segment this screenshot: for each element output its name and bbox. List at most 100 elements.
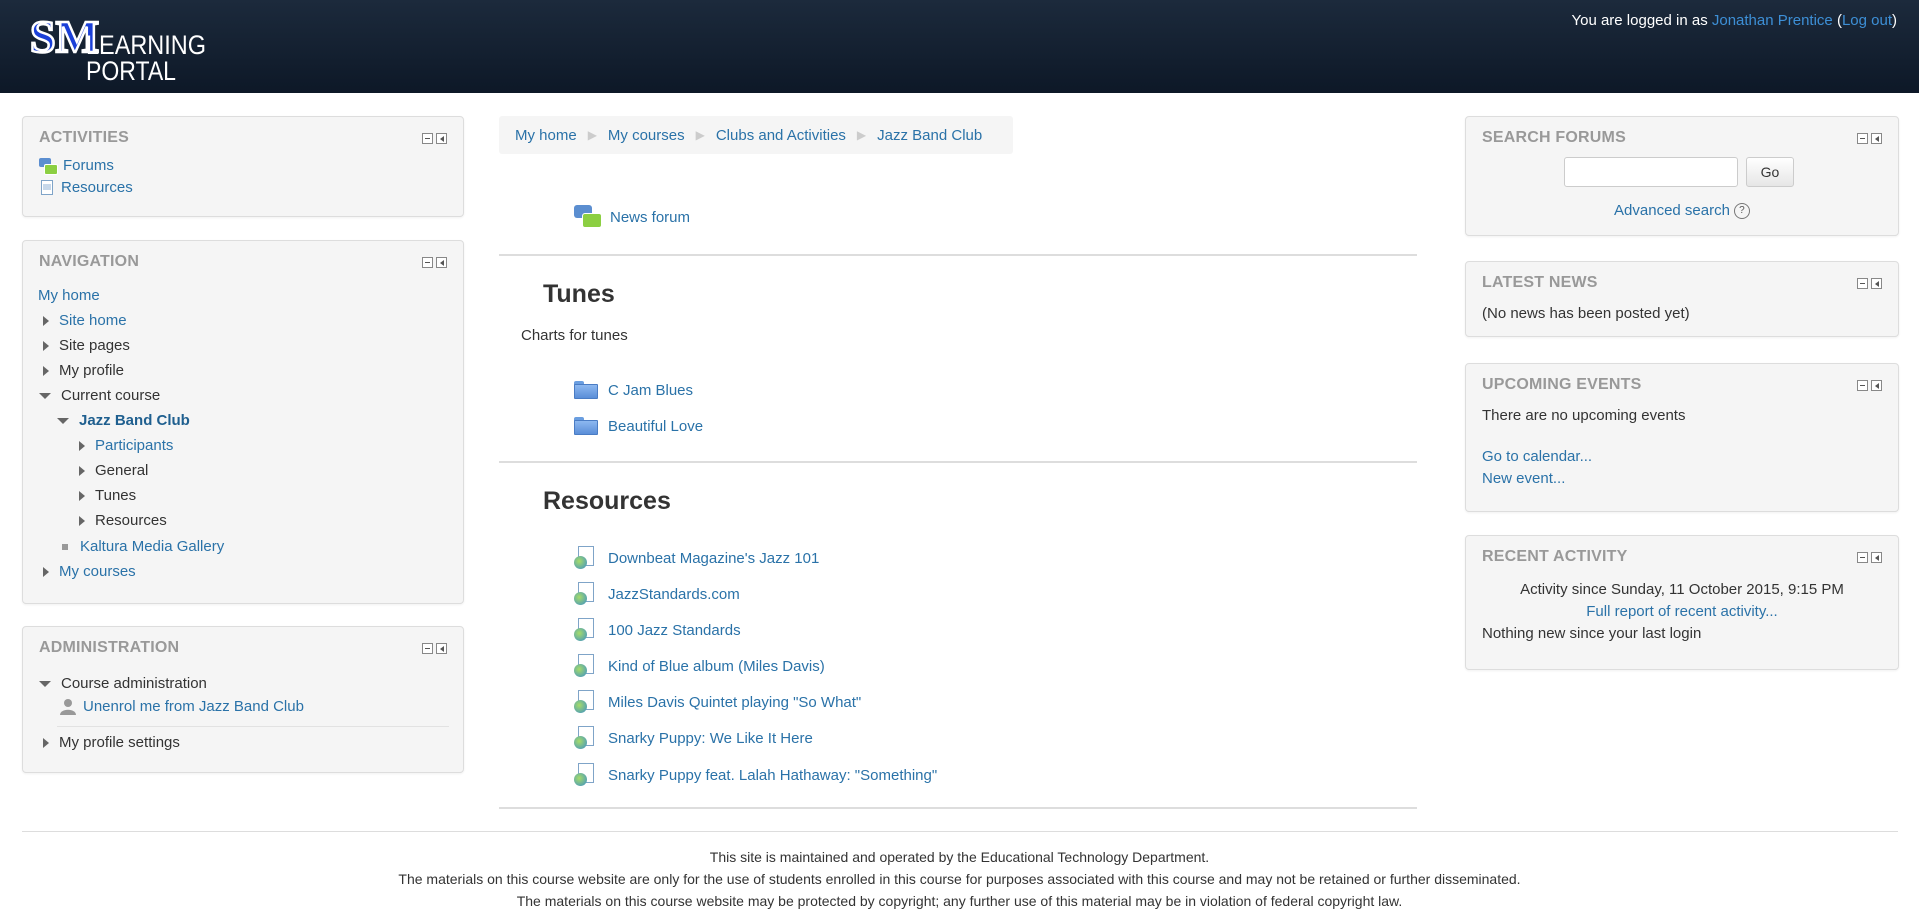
nav-label[interactable]: My profile (59, 362, 124, 379)
nav-label[interactable]: Participants (95, 437, 173, 454)
dock-icon[interactable] (1871, 552, 1882, 563)
nav-label[interactable]: Tunes (95, 487, 136, 504)
dock-icon[interactable] (436, 257, 447, 268)
nav-label[interactable]: My courses (59, 563, 136, 580)
user-name-link[interactable]: Jonathan Prentice (1712, 12, 1833, 29)
url-resource-item[interactable]: Miles Davis Quintet playing "So What" (574, 690, 861, 714)
expand-arrow-icon[interactable] (79, 465, 85, 476)
folder-link[interactable]: C Jam Blues (608, 382, 693, 399)
collapse-arrow-icon[interactable] (39, 392, 51, 399)
nav-item-site-home[interactable]: Site home (43, 312, 127, 329)
search-go-button[interactable]: Go (1746, 157, 1794, 187)
url-resource-item[interactable]: Snarky Puppy feat. Lalah Hathaway: "Some… (574, 763, 937, 787)
news-forum-activity[interactable]: News forum (574, 205, 690, 229)
folder-link[interactable]: Beautiful Love (608, 418, 703, 435)
nav-label[interactable]: Course administration (61, 675, 207, 692)
nav-item-participants[interactable]: Participants (79, 437, 173, 454)
dock-icon[interactable] (1871, 278, 1882, 289)
paren-open: ( (1832, 12, 1842, 29)
folder-item[interactable]: Beautiful Love (574, 417, 703, 435)
advanced-search-row: Advanced search? (1466, 202, 1898, 220)
minimize-icon[interactable] (422, 643, 433, 654)
new-event-link[interactable]: New event... (1482, 470, 1565, 487)
breadcrumb-course[interactable]: Jazz Band Club (877, 127, 982, 144)
nav-label[interactable]: Kaltura Media Gallery (80, 538, 224, 555)
nav-item-course[interactable]: Jazz Band Club (57, 412, 190, 429)
url-icon (574, 763, 598, 787)
url-resource-item[interactable]: JazzStandards.com (574, 582, 740, 606)
logout-link[interactable]: Log out (1842, 12, 1892, 29)
url-resource-item[interactable]: Snarky Puppy: We Like It Here (574, 726, 813, 750)
nav-item-tunes[interactable]: Tunes (79, 487, 136, 504)
admin-profile-settings[interactable]: My profile settings (43, 734, 180, 751)
breadcrumb-my-home[interactable]: My home (515, 127, 577, 144)
nav-label[interactable]: Site pages (59, 337, 130, 354)
admin-unenrol[interactable]: Unenrol me from Jazz Band Club (59, 698, 304, 715)
dock-icon[interactable] (1871, 380, 1882, 391)
expand-arrow-icon[interactable] (79, 515, 85, 526)
url-resource-item[interactable]: Downbeat Magazine's Jazz 101 (574, 546, 819, 570)
minimize-icon[interactable] (1857, 278, 1868, 289)
expand-arrow-icon[interactable] (43, 365, 49, 376)
url-resource-item[interactable]: 100 Jazz Standards (574, 618, 741, 642)
resource-link[interactable]: 100 Jazz Standards (608, 622, 741, 639)
nav-label[interactable]: Current course (61, 387, 160, 404)
dock-icon[interactable] (1871, 133, 1882, 144)
expand-arrow-icon[interactable] (43, 566, 49, 577)
advanced-search-link[interactable]: Advanced search (1614, 202, 1730, 219)
expand-arrow-icon[interactable] (43, 315, 49, 326)
nav-item-my-home[interactable]: My home (38, 287, 100, 304)
activity-item-resources[interactable]: Resources (39, 179, 133, 196)
folder-item[interactable]: C Jam Blues (574, 381, 693, 399)
activity-label[interactable]: Resources (61, 179, 133, 196)
section-divider (499, 807, 1417, 809)
minimize-icon[interactable] (1857, 133, 1868, 144)
nav-label[interactable]: Unenrol me from Jazz Band Club (83, 698, 304, 715)
nav-item-my-courses[interactable]: My courses (43, 563, 136, 580)
collapse-arrow-icon[interactable] (57, 417, 69, 424)
dock-icon[interactable] (436, 133, 447, 144)
minimize-icon[interactable] (422, 257, 433, 268)
activity-label[interactable]: Forums (63, 157, 114, 174)
expand-arrow-icon[interactable] (79, 490, 85, 501)
expand-arrow-icon[interactable] (79, 440, 85, 451)
collapse-arrow-icon[interactable] (39, 680, 51, 687)
activity-item-forums[interactable]: Forums (39, 157, 114, 175)
user-icon (60, 699, 76, 715)
nav-item-current-course[interactable]: Current course (39, 387, 160, 404)
minimize-icon[interactable] (1857, 380, 1868, 391)
resource-link[interactable]: Downbeat Magazine's Jazz 101 (608, 550, 819, 567)
bullet-icon (62, 543, 68, 550)
resource-link[interactable]: Miles Davis Quintet playing "So What" (608, 694, 861, 711)
nav-label[interactable]: My home (38, 287, 100, 304)
resource-link[interactable]: Snarky Puppy: We Like It Here (608, 730, 813, 747)
nav-label[interactable]: Resources (95, 512, 167, 529)
minimize-icon[interactable] (1857, 552, 1868, 563)
admin-course-administration[interactable]: Course administration (39, 675, 207, 692)
go-to-calendar-link[interactable]: Go to calendar... (1482, 448, 1592, 465)
url-resource-item[interactable]: Kind of Blue album (Miles Davis) (574, 654, 825, 678)
nav-label[interactable]: My profile settings (59, 734, 180, 751)
resource-link[interactable]: JazzStandards.com (608, 586, 740, 603)
nav-item-general[interactable]: General (79, 462, 148, 479)
breadcrumb-clubs[interactable]: Clubs and Activities (716, 127, 846, 144)
minimize-icon[interactable] (422, 133, 433, 144)
nav-item-my-profile[interactable]: My profile (43, 362, 124, 379)
dock-icon[interactable] (436, 643, 447, 654)
nav-label[interactable]: Jazz Band Club (79, 412, 190, 429)
expand-arrow-icon[interactable] (43, 340, 49, 351)
news-forum-link[interactable]: News forum (610, 209, 690, 226)
resource-link[interactable]: Snarky Puppy feat. Lalah Hathaway: "Some… (608, 767, 937, 784)
search-input[interactable] (1564, 157, 1738, 187)
resource-link[interactable]: Kind of Blue album (Miles Davis) (608, 658, 825, 675)
full-report-link[interactable]: Full report of recent activity... (1586, 603, 1777, 620)
expand-arrow-icon[interactable] (43, 737, 49, 748)
nav-item-kaltura[interactable]: Kaltura Media Gallery (62, 538, 224, 555)
breadcrumb-my-courses[interactable]: My courses (608, 127, 685, 144)
nav-label[interactable]: Site home (59, 312, 127, 329)
nav-label[interactable]: General (95, 462, 148, 479)
site-logo[interactable]: SM LEARNING PORTAL (30, 10, 210, 82)
nav-item-site-pages[interactable]: Site pages (43, 337, 130, 354)
help-icon[interactable]: ? (1733, 203, 1750, 220)
nav-item-resources[interactable]: Resources (79, 512, 167, 529)
